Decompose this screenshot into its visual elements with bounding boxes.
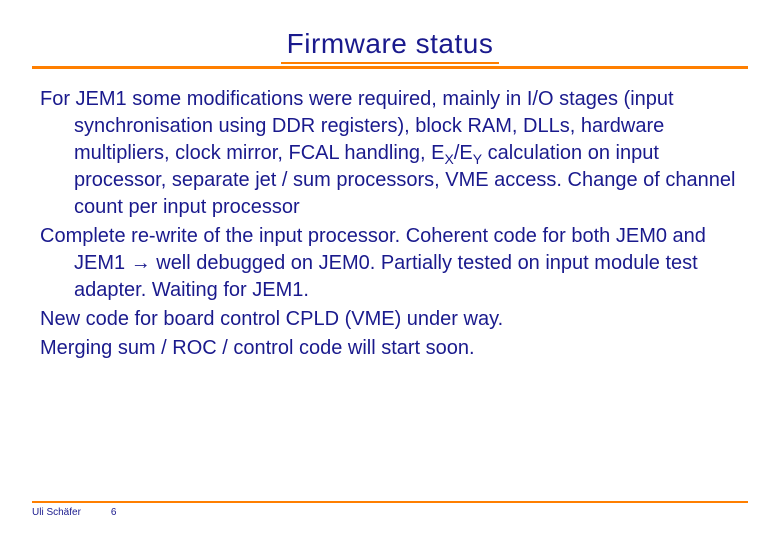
slide-body: For JEM1 some modifications were require… [40, 86, 748, 364]
title-rule [32, 66, 748, 69]
paragraph-4: Merging sum / ROC / control code will st… [40, 335, 748, 362]
arrow-icon: → [131, 252, 151, 274]
p2-text-b: well debugged on JEM0. Partially tested … [74, 252, 698, 301]
p1-text-b: /E [454, 142, 473, 164]
footer-page-number: 6 [111, 507, 117, 518]
paragraph-1: For JEM1 some modifications were require… [40, 86, 748, 221]
paragraph-2: Complete re-write of the input processor… [40, 223, 748, 304]
paragraph-3: New code for board control CPLD (VME) un… [40, 306, 748, 333]
slide: Firmware status For JEM1 some modificati… [0, 0, 780, 540]
title-wrap: Firmware status [0, 0, 780, 64]
subscript-y: Y [473, 151, 482, 167]
subscript-x: X [445, 151, 454, 167]
footer-author: Uli Schäfer [32, 507, 81, 518]
footer: Uli Schäfer 6 [32, 501, 748, 518]
slide-title: Firmware status [281, 28, 500, 64]
